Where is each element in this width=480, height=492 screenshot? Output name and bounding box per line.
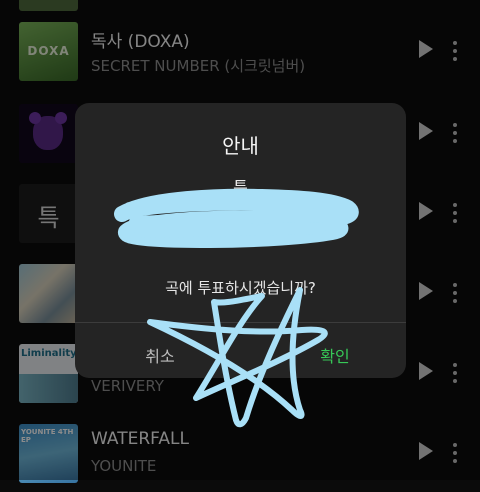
confirm-button[interactable]: 확인 bbox=[280, 343, 390, 367]
divider bbox=[75, 322, 406, 323]
cancel-button[interactable]: 취소 bbox=[105, 343, 215, 367]
dialog-track-name: 특 bbox=[233, 178, 248, 197]
vote-dialog: 안내 특 곡에 투표하시겠습니까? 취소 확인 bbox=[75, 103, 406, 378]
dialog-title: 안내 bbox=[222, 134, 259, 158]
dialog-message: 곡에 투표하시겠습니까? bbox=[165, 279, 316, 297]
